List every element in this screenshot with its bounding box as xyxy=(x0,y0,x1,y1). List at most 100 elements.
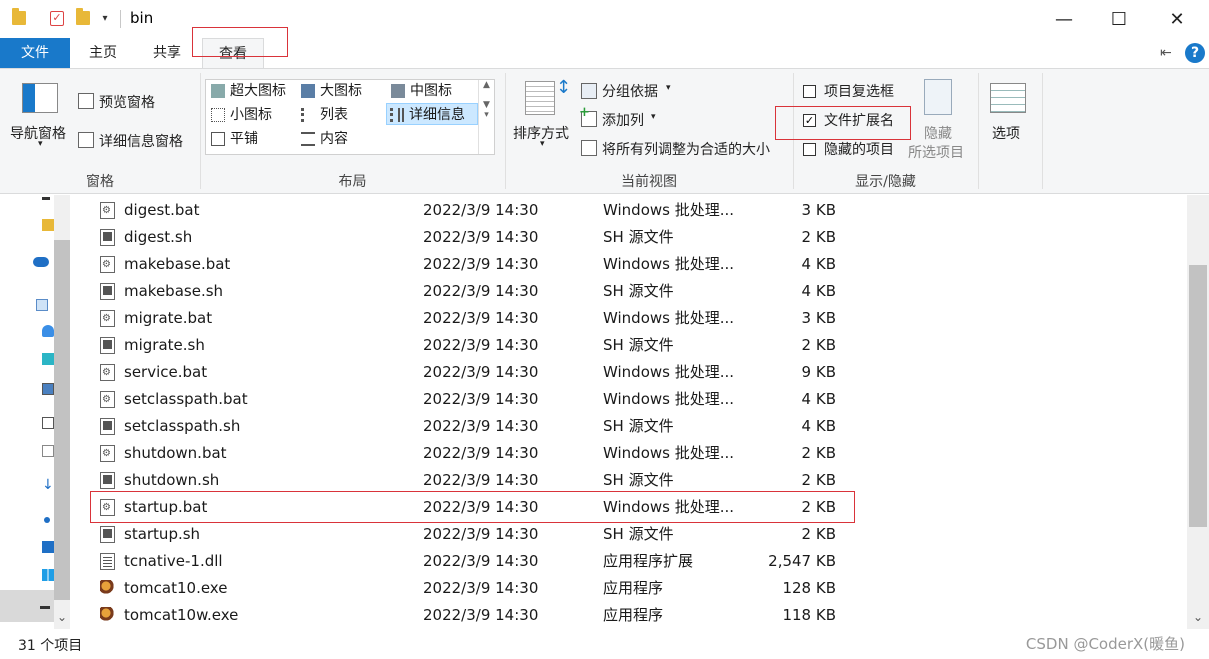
downloads-icon[interactable]: ↓ xyxy=(42,478,54,492)
preview-pane-button[interactable]: 预览窗格 xyxy=(99,92,155,112)
preview-pane-icon xyxy=(78,93,94,109)
file-type: 应用程序扩展 xyxy=(603,552,694,570)
layout-small-icons[interactable]: 小图标 xyxy=(208,104,272,126)
show-hide-group-label: 显示/隐藏 xyxy=(855,174,916,190)
file-size: 2 KB xyxy=(801,525,836,543)
fit-columns-button[interactable]: 将所有列调整为合适的大小 xyxy=(602,139,770,159)
file-date: 2022/3/9 14:30 xyxy=(423,363,539,381)
table-row[interactable]: migrate.sh 2022/3/9 14:30 SH 源文件 2 KB xyxy=(88,332,1183,359)
tab-share[interactable]: 共享 xyxy=(138,38,196,68)
nav-collapse-icon[interactable] xyxy=(40,606,50,609)
minimize-button[interactable]: — xyxy=(1037,0,1091,38)
nav-scroll-down-icon[interactable]: ⌄ xyxy=(54,610,70,624)
videos-icon[interactable] xyxy=(42,353,54,365)
file-type: 应用程序 xyxy=(603,579,664,597)
music-icon[interactable] xyxy=(44,517,50,523)
hide-selected-label: 所选项目 xyxy=(908,145,964,161)
nav-pane-dropdown-icon[interactable]: ▾ xyxy=(38,139,43,149)
add-column-button[interactable]: 添加列 xyxy=(602,110,644,130)
group-by-dropdown-icon[interactable]: ▾ xyxy=(666,83,671,93)
file-name: digest.bat xyxy=(124,201,200,219)
ribbon-tabs: 文件 主页 共享 查看 ⇤ ? xyxy=(0,38,1209,68)
desktop-icon[interactable] xyxy=(42,541,54,553)
window-title: bin xyxy=(130,9,154,27)
file-name: makebase.bat xyxy=(124,255,231,273)
file-type: SH 源文件 xyxy=(603,417,674,435)
file-size: 4 KB xyxy=(801,282,836,300)
properties-check-icon[interactable]: ✓ xyxy=(48,9,66,27)
new-folder-icon[interactable] xyxy=(74,8,92,27)
pin-ribbon-icon[interactable]: ⇤ xyxy=(1160,45,1172,61)
layout-large-icons[interactable]: 大图标 xyxy=(298,80,362,102)
onedrive-icon[interactable] xyxy=(33,257,49,267)
file-name: migrate.bat xyxy=(124,309,213,327)
options-button[interactable]: 选项 xyxy=(992,123,1020,143)
layout-content[interactable]: 内容 xyxy=(298,128,348,150)
table-row[interactable]: digest.sh 2022/3/9 14:30 SH 源文件 2 KB xyxy=(88,224,1183,251)
scroll-down-icon[interactable]: ⌄ xyxy=(1190,610,1206,624)
details-pane-button[interactable]: 详细信息窗格 xyxy=(99,131,183,151)
table-row[interactable]: makebase.bat 2022/3/9 14:30 Windows 批处理...… xyxy=(88,251,1183,278)
file-list-scrollbar-thumb[interactable] xyxy=(1189,265,1207,527)
layout-extra-large-icons[interactable]: 超大图标 xyxy=(208,80,286,102)
sh-file-icon xyxy=(100,283,115,300)
file-date: 2022/3/9 14:30 xyxy=(423,471,539,489)
item-count: 31 个项目 xyxy=(18,638,83,654)
nav-scrollbar-thumb[interactable] xyxy=(54,240,70,600)
file-type: SH 源文件 xyxy=(603,336,674,354)
table-row[interactable]: digest.bat 2022/3/9 14:30 Windows 批处理... 3 … xyxy=(88,197,1183,224)
sort-by-icon xyxy=(525,81,555,115)
help-icon[interactable]: ? xyxy=(1185,43,1205,63)
file-size: 118 KB xyxy=(782,606,836,624)
group-by-button[interactable]: 分组依据 xyxy=(602,81,658,101)
file-date: 2022/3/9 14:30 xyxy=(423,525,539,543)
exe-file-icon xyxy=(100,607,115,624)
item-checkboxes-checkbox[interactable] xyxy=(803,85,816,98)
table-row[interactable]: startup.sh 2022/3/9 14:30 SH 源文件 2 KB xyxy=(88,521,1183,548)
layout-item-label: 中图标 xyxy=(410,83,452,99)
layout-tiles[interactable]: 平铺 xyxy=(208,128,258,150)
layout-medium-icons[interactable]: 中图标 xyxy=(388,80,452,102)
add-column-dropdown-icon[interactable]: ▾ xyxy=(651,112,656,122)
hidden-items-checkbox[interactable] xyxy=(803,143,816,156)
windows-drive-icon[interactable] xyxy=(42,569,54,581)
table-row[interactable]: setclasspath.sh 2022/3/9 14:30 SH 源文件 4 KB xyxy=(88,413,1183,440)
pictures-icon[interactable] xyxy=(42,383,54,395)
tab-home[interactable]: 主页 xyxy=(74,38,132,68)
file-size: 2 KB xyxy=(801,444,836,462)
quick-access-dropdown-icon[interactable]: ▾ xyxy=(96,9,114,27)
3d-objects-icon[interactable] xyxy=(42,325,54,337)
table-row[interactable]: shutdown.bat 2022/3/9 14:30 Windows 批处理...… xyxy=(88,440,1183,467)
bat-file-icon xyxy=(100,359,115,386)
table-row[interactable]: migrate.bat 2022/3/9 14:30 Windows 批处理... 3… xyxy=(88,305,1183,332)
file-size: 3 KB xyxy=(801,309,836,327)
tiles-icon xyxy=(211,132,225,146)
file-type: SH 源文件 xyxy=(603,525,674,543)
table-row[interactable]: shutdown.sh 2022/3/9 14:30 SH 源文件 2 KB xyxy=(88,467,1183,494)
table-row[interactable]: makebase.sh 2022/3/9 14:30 SH 源文件 4 KB xyxy=(88,278,1183,305)
title-bar: ✓ ▾ bin — ☐ ✕ xyxy=(0,0,1209,38)
small-icons-icon xyxy=(211,108,225,122)
layout-gallery-scroll[interactable]: ▲ ▼ ▾ xyxy=(478,80,494,154)
extra-large-icons-icon xyxy=(211,84,225,98)
sort-by-dropdown-icon[interactable]: ▾ xyxy=(540,139,545,149)
close-button[interactable]: ✕ xyxy=(1150,0,1204,38)
documents-icon[interactable] xyxy=(42,417,54,429)
layout-details[interactable]: 详细信息 xyxy=(386,103,478,125)
file-name: tomcat10.exe xyxy=(124,579,228,597)
table-row[interactable]: setclasspath.bat 2022/3/9 14:30 Windows 批处… xyxy=(88,386,1183,413)
hide-selected-button[interactable]: 隐藏 xyxy=(924,123,952,143)
this-pc-icon[interactable] xyxy=(36,299,48,311)
file-type: Windows 批处理... xyxy=(603,444,735,462)
nav-folder-icon[interactable] xyxy=(42,219,54,231)
table-row[interactable]: tomcat10w.exe 2022/3/9 14:30 应用程序 118 KB xyxy=(88,602,1183,629)
layout-item-label: 超大图标 xyxy=(230,83,286,99)
tab-file[interactable]: 文件 xyxy=(0,38,70,68)
documents-folder-icon[interactable] xyxy=(42,445,54,457)
layout-list[interactable]: 列表 xyxy=(298,104,348,126)
table-row[interactable]: service.bat 2022/3/9 14:30 Windows 批处理... 9… xyxy=(88,359,1183,386)
table-row[interactable]: tcnative-1.dll 2022/3/9 14:30 应用程序扩展 2,547 … xyxy=(88,548,1183,575)
table-row[interactable]: tomcat10.exe 2022/3/9 14:30 应用程序 128 KB xyxy=(88,575,1183,602)
nav-expand-icon[interactable] xyxy=(42,197,50,200)
maximize-button[interactable]: ☐ xyxy=(1092,0,1146,38)
